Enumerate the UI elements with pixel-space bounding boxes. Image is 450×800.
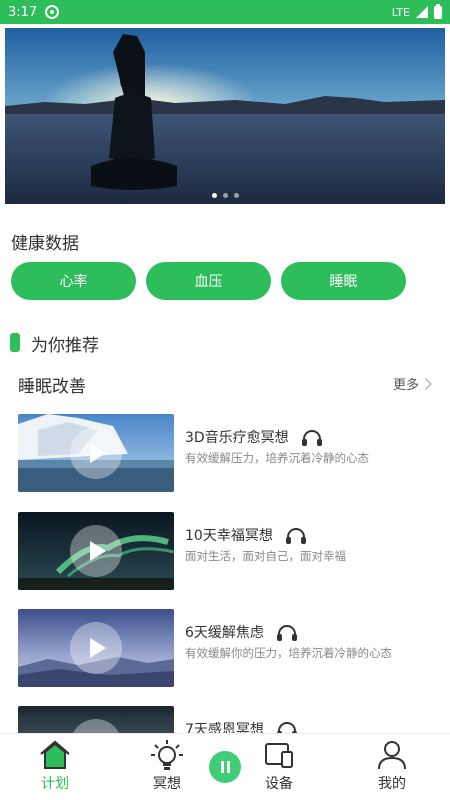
health-section-title: 健康数据 xyxy=(11,234,79,254)
thumbnail-aurora xyxy=(18,512,174,590)
sync-icon xyxy=(45,5,60,19)
more-link[interactable]: 更多 xyxy=(392,374,432,393)
devices-icon xyxy=(265,743,293,768)
home-icon xyxy=(40,740,70,769)
thumbnail-mountains xyxy=(18,609,174,687)
item-title-text: 6天缓解焦虑 xyxy=(185,625,264,641)
nav-meditate-label: 冥想 xyxy=(153,776,181,792)
item-title: 10天幸福冥想 xyxy=(185,525,307,545)
list-item[interactable]: 10天幸福冥想 面对生活，面对自己，面对幸福 xyxy=(18,512,438,590)
play-icon[interactable] xyxy=(70,525,122,577)
status-right: LTE xyxy=(391,3,442,19)
banner-dot[interactable] xyxy=(222,193,228,198)
headphone-icon xyxy=(286,528,307,544)
sleep-section-title: 睡眠改善 xyxy=(18,377,86,397)
item-description: 有效缓解压力，培养沉着冷静的心态 xyxy=(185,451,369,465)
section-accent-bar xyxy=(10,333,20,352)
status-bar: 3:17 LTE xyxy=(0,0,450,24)
list-item[interactable]: 3D音乐疗愈冥想 有效缓解压力，培养沉着冷静的心态 xyxy=(18,414,438,492)
heart-rate-button[interactable]: 心率 xyxy=(11,262,136,300)
nav-plan-label: 计划 xyxy=(41,776,69,792)
signal-icon xyxy=(416,6,428,18)
item-description: 面对生活，面对自己，面对幸福 xyxy=(185,549,346,563)
banner-carousel[interactable] xyxy=(5,28,445,204)
recommend-title: 为你推荐 xyxy=(31,336,99,356)
pause-bar xyxy=(226,761,230,773)
more-label: 更多 xyxy=(392,378,419,393)
pause-button[interactable] xyxy=(209,751,241,783)
nav-me[interactable]: 我的 xyxy=(357,734,427,800)
banner-dots xyxy=(5,193,445,198)
nav-me-label: 我的 xyxy=(378,776,406,792)
battery-icon xyxy=(434,3,442,19)
item-title-text: 3D音乐疗愈冥想 xyxy=(185,430,289,446)
item-title-text: 10天幸福冥想 xyxy=(185,528,273,544)
headphone-icon xyxy=(277,625,298,641)
nav-meditate[interactable]: 冥想 xyxy=(132,734,202,800)
lightbulb-icon xyxy=(151,740,183,770)
nav-device-label: 设备 xyxy=(265,776,293,792)
network-label: LTE xyxy=(391,5,410,19)
banner-image xyxy=(5,28,445,204)
item-title: 3D音乐疗愈冥想 xyxy=(185,427,323,447)
thumbnail-iceberg xyxy=(18,414,174,492)
play-icon[interactable] xyxy=(70,622,122,674)
sleep-button[interactable]: 睡眠 xyxy=(281,262,406,300)
pause-bar xyxy=(220,761,224,773)
banner-dot[interactable] xyxy=(211,193,217,198)
person-icon xyxy=(378,741,406,770)
item-title: 6天缓解焦虑 xyxy=(185,622,298,642)
bottom-nav: 计划 冥想 设备 我的 xyxy=(0,733,450,800)
nav-plan[interactable]: 计划 xyxy=(20,734,90,800)
blood-pressure-button[interactable]: 血压 xyxy=(146,262,271,300)
banner-dot[interactable] xyxy=(233,193,239,198)
play-icon[interactable] xyxy=(70,427,122,479)
item-description: 有效缓解你的压力，培养沉着冷静的心态 xyxy=(185,646,392,660)
chevron-right-icon xyxy=(420,377,432,390)
nav-device[interactable]: 设备 xyxy=(244,734,314,800)
status-time: 3:17 xyxy=(8,4,38,20)
list-item[interactable]: 6天缓解焦虑 有效缓解你的压力，培养沉着冷静的心态 xyxy=(18,609,438,687)
headphone-icon xyxy=(302,430,323,446)
